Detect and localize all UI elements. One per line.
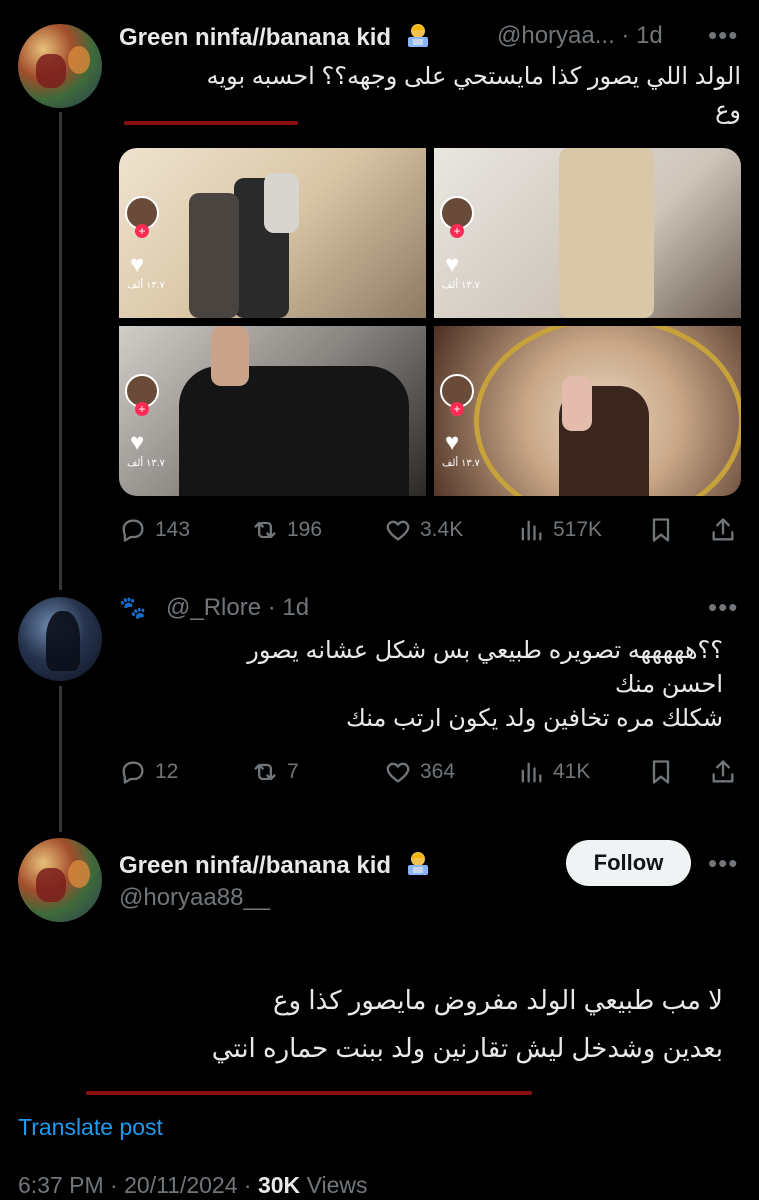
analytics-icon bbox=[521, 762, 542, 783]
post-text-line: الولد اللي يصور كذا مايستحي على وجهه؟؟ ا… bbox=[206, 63, 741, 90]
media-grid[interactable]: + ♥ ١٣.٧ ألف + ♥ ١٣.٧ ألف + ♥ ١٣.٧ ألف +… bbox=[119, 148, 741, 496]
like-count: ١٣.٧ ألف bbox=[442, 458, 480, 469]
repost-icon bbox=[254, 521, 276, 539]
paw-prints-icon: 🐾 bbox=[119, 595, 147, 620]
avatar[interactable] bbox=[18, 597, 102, 681]
share-button[interactable] bbox=[709, 516, 737, 544]
like-button[interactable]: 364 bbox=[384, 758, 455, 786]
bookmark-button[interactable] bbox=[647, 758, 675, 786]
bookmark-icon bbox=[652, 760, 670, 784]
avatar[interactable] bbox=[18, 24, 102, 108]
like-button[interactable]: 3.4K bbox=[384, 516, 463, 544]
author-handle[interactable]: @horyaa88__ bbox=[119, 884, 270, 912]
repost-icon bbox=[254, 763, 276, 781]
repost-button[interactable]: 196 bbox=[251, 516, 322, 544]
post-text: الولد اللي يصور كذا مايستحي على وجهه؟؟ ا… bbox=[121, 60, 741, 128]
heart-icon bbox=[386, 520, 410, 541]
views-button[interactable]: 517K bbox=[517, 516, 602, 544]
follow-button[interactable]: Follow bbox=[566, 840, 691, 886]
bookmark-button[interactable] bbox=[647, 516, 675, 544]
post-timestamp: 6:37 PM · 20/11/2024 · 30K Views bbox=[18, 1172, 368, 1198]
author-name[interactable]: Green ninfa//banana kid bbox=[119, 22, 432, 52]
action-bar: 143 196 3.4K 517K bbox=[119, 512, 741, 552]
person-figure bbox=[179, 366, 409, 496]
author-handle[interactable]: @horyaa... · 1d bbox=[497, 22, 663, 50]
post-text-line: احسن منك bbox=[614, 671, 723, 698]
follow-plus-icon: + bbox=[450, 224, 464, 238]
thread-connector-line bbox=[59, 112, 62, 590]
reply-icon bbox=[122, 761, 144, 784]
repost-button[interactable]: 7 bbox=[251, 758, 299, 786]
share-button[interactable] bbox=[709, 758, 737, 786]
post-time[interactable]: 6:37 PM bbox=[18, 1172, 104, 1198]
more-options-icon[interactable]: ••• bbox=[708, 848, 738, 879]
follow-plus-icon: + bbox=[135, 402, 149, 416]
like-count: ١٣.٧ ألف bbox=[442, 280, 480, 291]
person-figure bbox=[559, 148, 654, 318]
post-date[interactable]: 20/11/2024 bbox=[124, 1172, 237, 1198]
heart-icon: ♥ bbox=[130, 429, 145, 456]
action-bar: 12 7 364 41K bbox=[119, 754, 741, 794]
person-figure bbox=[189, 193, 239, 318]
author-name[interactable]: Green ninfa//banana kid bbox=[119, 850, 432, 880]
heart-icon bbox=[386, 762, 410, 783]
more-options-icon[interactable]: ••• bbox=[708, 592, 738, 623]
technologist-emoji-icon bbox=[407, 24, 428, 47]
annotation-underline bbox=[124, 121, 298, 125]
reply-icon bbox=[122, 519, 144, 542]
person-figure bbox=[264, 173, 299, 233]
views-button[interactable]: 41K bbox=[517, 758, 590, 786]
post-text-line: ؟؟هههههه تصويره طبيعي بس شكل عشانه يصور bbox=[247, 637, 723, 664]
media-image-2[interactable]: + ♥ ١٣.٧ ألف bbox=[434, 148, 741, 318]
more-options-icon[interactable]: ••• bbox=[708, 20, 738, 51]
views-label: Views bbox=[306, 1172, 368, 1198]
annotation-underline bbox=[86, 1091, 532, 1095]
post-text: ؟؟هههههه تصويره طبيعي بس شكل عشانه يصور … bbox=[123, 634, 723, 736]
post-text: لا مب طبيعي الولد مفروض مايصور كذا وع بع… bbox=[83, 976, 723, 1072]
technologist-emoji-icon bbox=[407, 852, 428, 875]
phone-figure bbox=[211, 326, 249, 386]
phone-figure bbox=[562, 376, 592, 431]
heart-icon: ♥ bbox=[445, 429, 460, 456]
author-handle[interactable]: @_Rlore · 1d bbox=[166, 594, 309, 622]
thread-connector-line bbox=[59, 686, 62, 832]
analytics-icon bbox=[521, 520, 542, 541]
media-image-3[interactable]: + ♥ ١٣.٧ ألف bbox=[119, 326, 426, 496]
media-image-1[interactable]: + ♥ ١٣.٧ ألف bbox=[119, 148, 426, 318]
heart-icon: ♥ bbox=[445, 251, 460, 278]
media-image-4[interactable]: + ♥ ١٣.٧ ألف bbox=[434, 326, 741, 496]
share-icon bbox=[712, 518, 734, 541]
views-count: 30K bbox=[257, 1172, 301, 1198]
like-count: ١٣.٧ ألف bbox=[127, 280, 165, 291]
author-name[interactable]: 🐾 bbox=[119, 594, 146, 622]
share-icon bbox=[712, 760, 734, 783]
bookmark-icon bbox=[652, 518, 670, 542]
follow-plus-icon: + bbox=[450, 402, 464, 416]
reply-button[interactable]: 12 bbox=[119, 758, 178, 786]
follow-plus-icon: + bbox=[135, 224, 149, 238]
post-text-line: شكلك مره تخافين ولد يكون ارتب منك bbox=[346, 705, 723, 732]
post-text-line: بعدين وشدخل ليش تقارنين ولد ببنت حماره ا… bbox=[211, 1033, 723, 1063]
post-text-line: لا مب طبيعي الولد مفروض مايصور كذا وع bbox=[273, 985, 723, 1015]
avatar[interactable] bbox=[18, 838, 102, 922]
like-count: ١٣.٧ ألف bbox=[127, 458, 165, 469]
translate-post-link[interactable]: Translate post bbox=[18, 1114, 163, 1141]
reply-button[interactable]: 143 bbox=[119, 516, 190, 544]
heart-icon: ♥ bbox=[130, 251, 145, 278]
